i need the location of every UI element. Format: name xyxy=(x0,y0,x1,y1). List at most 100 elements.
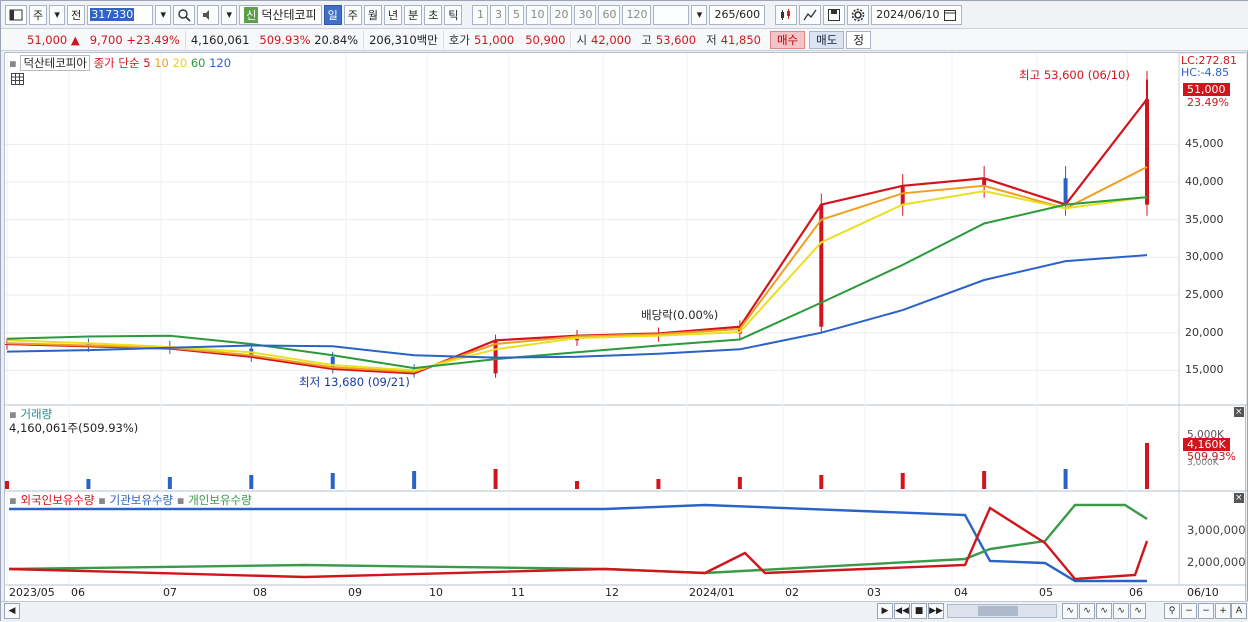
disk-icon xyxy=(828,8,841,21)
last-pct-tag: 23.49% xyxy=(1187,96,1229,109)
tab-week[interactable]: 주 xyxy=(343,4,362,25)
tab-day[interactable]: 일 xyxy=(323,4,342,25)
price-legend: ▪ 덕산테코피아 종가 단순 5 10 20 60 120 xyxy=(9,55,231,71)
interval-20[interactable]: 20 xyxy=(550,4,573,25)
period-select[interactable]: 주 xyxy=(29,4,48,25)
forward-button[interactable]: ▶▶ xyxy=(928,603,944,619)
tab-year-label: 년 xyxy=(387,8,399,22)
price-y-tick: 25,000 xyxy=(1185,288,1224,302)
high-annotation: 최고 53,600 (06/10) xyxy=(1019,68,1130,82)
stock-name-box[interactable]: 신 덕산테코피 xyxy=(239,4,322,25)
period-dropdown-button[interactable]: ▾ xyxy=(49,4,66,25)
arrow-right-icon: ▶ xyxy=(881,606,889,616)
zoom-track[interactable] xyxy=(947,604,1057,618)
tab-year[interactable]: 년 xyxy=(383,4,403,25)
holding-legend: ▪ 외국인보유수량 ▪ 기관보유수량 ▪ 개인보유수량 xyxy=(9,492,252,508)
x-axis-label: 03 xyxy=(867,586,881,599)
sparkline-icon: ∿ xyxy=(1066,606,1074,616)
count-max: /600 xyxy=(735,8,761,21)
correction-button[interactable]: 정 xyxy=(846,30,871,49)
volume-pane-close-button[interactable]: × xyxy=(1234,407,1244,417)
low-cell: 저 41,850 xyxy=(701,31,766,49)
tab-month[interactable]: 월 xyxy=(363,4,382,25)
chart-type-4-button[interactable]: ∿ xyxy=(1113,603,1129,619)
interval-120[interactable]: 120 xyxy=(622,4,652,25)
legend-ma-120: 120 xyxy=(209,56,232,70)
indicator-button[interactable] xyxy=(775,4,798,25)
draw-tool-button[interactable] xyxy=(799,4,822,25)
forward-icon: ▶▶ xyxy=(929,606,943,616)
x-axis-label: 10 xyxy=(429,586,443,599)
rewind-button[interactable]: ◀◀ xyxy=(894,603,910,619)
price-y-tick: 20,000 xyxy=(1185,325,1224,339)
date-input[interactable]: 2024/06/10 xyxy=(871,4,962,25)
hc-label: HC:-4.85 xyxy=(1181,66,1230,79)
interval-30[interactable]: 30 xyxy=(574,4,597,25)
volume-bar xyxy=(1145,443,1149,489)
zoom-thumb[interactable] xyxy=(978,606,1018,616)
holding-y-tick-2m: 2,000,000 xyxy=(1187,555,1246,569)
zoom-out-button[interactable]: − xyxy=(1198,603,1214,619)
sound-button[interactable] xyxy=(197,4,220,25)
price-y-tick: 15,000 xyxy=(1185,363,1224,377)
volume-bar xyxy=(1063,469,1068,489)
volume-pct: 509.93% xyxy=(259,32,311,47)
interval-3[interactable]: 3 xyxy=(490,4,507,25)
holding-lines xyxy=(8,503,1149,583)
interval-custom-input[interactable] xyxy=(653,4,690,25)
speaker-icon xyxy=(203,9,210,20)
sell-label: 매도 xyxy=(816,32,838,47)
trend-tool-icon xyxy=(803,9,817,20)
holding-pane-close-button[interactable]: × xyxy=(1234,493,1244,503)
chart-canvas[interactable]: ▪ 덕산테코피아 종가 단순 5 10 20 60 120 LC:272.81 … xyxy=(4,52,1247,604)
auto-scale-button[interactable]: A xyxy=(1231,603,1247,619)
scroll-right-button[interactable]: ▶ xyxy=(877,603,893,619)
interval-1[interactable]: 1 xyxy=(472,4,489,25)
volume-value-label: 4,160,061주(509.93%) xyxy=(9,421,139,435)
sound-dropdown-button[interactable]: ▾ xyxy=(221,4,238,25)
sell-button[interactable]: 매도 xyxy=(809,30,845,49)
interval-10[interactable]: 10 xyxy=(526,4,549,25)
new-listing-badge: 신 xyxy=(244,6,259,23)
stock-code-input[interactable]: 317330 xyxy=(87,4,154,25)
interval-60[interactable]: 60 xyxy=(598,4,621,25)
prev-button[interactable]: 전 xyxy=(67,4,86,25)
reset-button[interactable]: − xyxy=(1181,603,1197,619)
code-dropdown-button[interactable]: ▾ xyxy=(155,4,172,25)
interval-5[interactable]: 5 xyxy=(508,4,525,25)
tab-second[interactable]: 초 xyxy=(424,4,443,25)
tab-week-label: 주 xyxy=(347,8,358,22)
search-button[interactable] xyxy=(173,4,196,25)
interval-dropdown-button[interactable]: ▾ xyxy=(691,4,708,25)
tab-tick[interactable]: 틱 xyxy=(444,4,463,25)
chart-type-1-button[interactable]: ∿ xyxy=(1062,603,1078,619)
count-input[interactable]: 265/600 xyxy=(709,4,766,25)
interval-5-label: 5 xyxy=(512,8,520,21)
tab-minute[interactable]: 분 xyxy=(404,4,423,25)
last-price-tag: 51,000 xyxy=(1183,83,1230,96)
amount-cell: 206,310백만 xyxy=(363,30,443,49)
table-icon-button[interactable] xyxy=(11,73,24,88)
price-pane-bg xyxy=(5,53,1179,405)
chart-type-5-button[interactable]: ∿ xyxy=(1130,603,1146,619)
save-button[interactable] xyxy=(823,4,846,25)
scroll-left-button[interactable]: ◀ xyxy=(4,603,20,619)
amount-value: 206,310백만 xyxy=(369,32,438,47)
buy-button[interactable]: 매수 xyxy=(769,30,806,49)
quote-bar: 51,000 ▲ 9,700 +23.49% 4,160,061 509.93%… xyxy=(1,29,1248,51)
window-menu-button[interactable] xyxy=(5,4,27,25)
settings-button[interactable] xyxy=(847,4,870,25)
interval-60-label: 60 xyxy=(602,8,617,21)
zoom-out-search-button[interactable]: ⚲ xyxy=(1164,603,1180,619)
x-axis-label: 05 xyxy=(1039,586,1053,599)
stop-button[interactable]: ■ xyxy=(911,603,927,619)
volume-bar xyxy=(330,473,335,489)
chart-type-3-button[interactable]: ∿ xyxy=(1096,603,1112,619)
zoom-in-button[interactable]: + xyxy=(1215,603,1231,619)
candle-body xyxy=(1145,99,1149,205)
chart-type-2-button[interactable]: ∿ xyxy=(1079,603,1095,619)
change-value: 9,700 xyxy=(89,32,123,47)
date-value: 2024/06/10 xyxy=(876,8,940,21)
prev-label: 전 xyxy=(71,8,82,22)
square-icon: ▪ xyxy=(9,56,17,70)
